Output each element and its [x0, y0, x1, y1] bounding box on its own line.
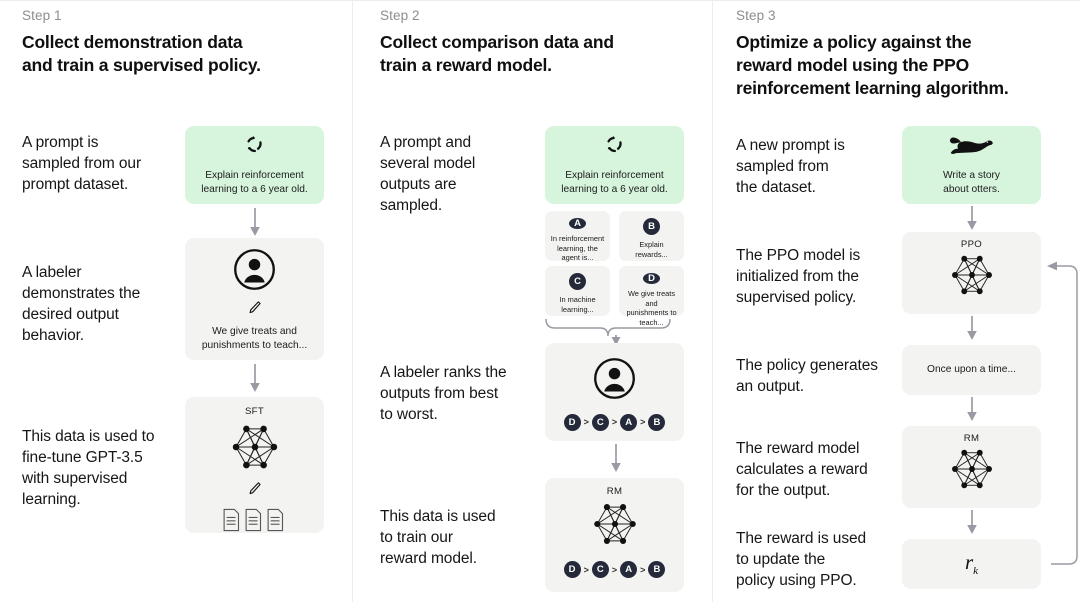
labeler-rank-card[interactable]: D > C > A > B — [545, 343, 684, 441]
option-text-c: In machine learning... — [559, 295, 596, 314]
step-3-label: Step 3 — [736, 8, 776, 23]
rank-badge-1: D — [563, 561, 581, 578]
feedback-loop-arrow — [1047, 261, 1078, 565]
arrow-step1-1 — [250, 208, 260, 236]
output-text-card[interactable]: Once upon a time... — [902, 345, 1041, 395]
sft-model-label: SFT — [244, 406, 265, 417]
person-circle-icon — [233, 248, 276, 296]
option-badge-a: A — [569, 218, 586, 229]
rank-badge-1: D — [563, 413, 581, 431]
prompt-card-caption-step2: Explain reinforcement learning to a 6 ye… — [561, 170, 668, 195]
option-card-d[interactable]: D We give treats and punishments to teac… — [619, 266, 684, 327]
gt-sign: > — [640, 417, 646, 427]
arrow-step3-1 — [967, 206, 977, 230]
ranking-row-rm: D > C > A > B — [563, 561, 666, 578]
pencil-icon — [247, 481, 262, 501]
gt-sign: > — [583, 417, 589, 427]
step-2-label: Step 2 — [380, 8, 420, 23]
step-2-paragraph-2: A labeler ranks the outputs from best to… — [380, 364, 507, 424]
otter-icon — [948, 134, 996, 161]
step-3-paragraph-4: The reward model calculates a reward for… — [736, 440, 868, 500]
rank-badge-2: C — [591, 561, 609, 578]
neural-network-icon — [224, 420, 286, 479]
option-card-b[interactable]: B Explain rewards... — [619, 211, 684, 261]
option-card-c[interactable]: C In machine learning... — [545, 266, 610, 316]
gt-sign: > — [640, 564, 646, 575]
prompt-card-caption-step3: Write a story about otters. — [943, 170, 1000, 195]
gt-sign: > — [583, 564, 589, 575]
neural-network-icon — [944, 251, 1000, 304]
ppo-model-label: PPO — [960, 239, 983, 250]
step-2-title: Collect comparison data and train a rewa… — [380, 32, 614, 76]
prompt-card-step3[interactable]: Write a story about otters. — [902, 126, 1041, 204]
step-1-column: Step 1 Collect demonstration data and tr… — [0, 0, 352, 602]
ppo-model-card[interactable]: PPO — [902, 232, 1041, 314]
arrow-step3-4 — [967, 510, 977, 534]
ranking-row-labeler: D > C > A > B — [563, 413, 666, 431]
labeler-card-step1[interactable]: We give treats and punishments to teach.… — [185, 238, 324, 360]
arrow-step3-3 — [967, 397, 977, 421]
refresh-cycle-icon — [604, 134, 625, 160]
neural-network-icon — [944, 445, 1000, 498]
gt-sign: > — [611, 417, 618, 427]
step-3-paragraph-3: The policy generates an output. — [736, 357, 878, 396]
step-3-column: Step 3 Optimize a policy against the rew… — [712, 0, 1080, 602]
rm-model-card-step2[interactable]: RM D > C > A > B — [545, 478, 684, 592]
step-3-title: Optimize a policy against the reward mod… — [736, 32, 1009, 99]
rm-model-label-step2: RM — [606, 486, 623, 497]
prompt-card-caption-step1: Explain reinforcement learning to a 6 ye… — [201, 170, 308, 195]
option-badge-c: C — [569, 273, 586, 290]
person-circle-icon — [593, 357, 636, 405]
option-text-b: Explain rewards... — [635, 240, 668, 259]
step-1-paragraph-2: A labeler demonstrates the desired outpu… — [22, 264, 141, 345]
refresh-cycle-icon — [244, 134, 265, 160]
step-1-paragraph-1: A prompt is sampled from our prompt data… — [22, 134, 142, 194]
labeler-card-caption-step1: We give treats and punishments to teach.… — [201, 326, 308, 351]
documents-icon — [222, 507, 288, 538]
arrow-step2-2 — [611, 444, 621, 472]
rm-model-card-step3[interactable]: RM — [902, 426, 1041, 508]
option-text-a: In reinforcement learning, the agent is.… — [550, 234, 605, 263]
sft-model-card[interactable]: SFT — [185, 397, 324, 533]
step-2-paragraph-3: This data is used to train our reward mo… — [380, 508, 496, 568]
step-3-paragraph-1: A new prompt is sampled from the dataset… — [736, 137, 845, 197]
rlhf-diagram: Step 1 Collect demonstration data and tr… — [0, 0, 1080, 602]
step-2-column: Step 2 Collect comparison data and train… — [352, 0, 712, 602]
option-badge-d: D — [643, 273, 660, 284]
rank-badge-4: B — [648, 413, 666, 431]
merge-brace-arrow — [545, 318, 671, 346]
reward-card[interactable]: rk — [902, 539, 1041, 589]
reward-symbol: rk — [964, 550, 979, 578]
arrow-step1-2 — [250, 364, 260, 392]
output-text-caption: Once upon a time... — [927, 364, 1016, 376]
rank-badge-3: A — [620, 561, 638, 578]
rank-badge-3: A — [620, 413, 638, 431]
rank-badge-4: B — [648, 561, 666, 578]
gt-sign: > — [611, 564, 618, 575]
step-2-paragraph-1: A prompt and several model outputs are s… — [380, 134, 476, 215]
prompt-card-step1[interactable]: Explain reinforcement learning to a 6 ye… — [185, 126, 324, 204]
step-3-paragraph-5: The reward is used to update the policy … — [736, 530, 867, 590]
pencil-icon — [247, 300, 262, 320]
rm-model-label-step3: RM — [963, 433, 980, 444]
neural-network-icon — [586, 499, 644, 554]
option-card-a[interactable]: A In reinforcement learning, the agent i… — [545, 211, 610, 263]
step-1-label: Step 1 — [22, 8, 62, 23]
prompt-card-step2[interactable]: Explain reinforcement learning to a 6 ye… — [545, 126, 684, 204]
step-1-paragraph-3: This data is used to fine-tune GPT-3.5 w… — [22, 428, 155, 509]
step-3-paragraph-2: The PPO model is initialized from the su… — [736, 247, 861, 307]
arrow-step3-2 — [967, 316, 977, 340]
step-1-title: Collect demonstration data and train a s… — [22, 32, 261, 76]
option-badge-b: B — [643, 218, 660, 235]
rank-badge-2: C — [591, 413, 609, 431]
